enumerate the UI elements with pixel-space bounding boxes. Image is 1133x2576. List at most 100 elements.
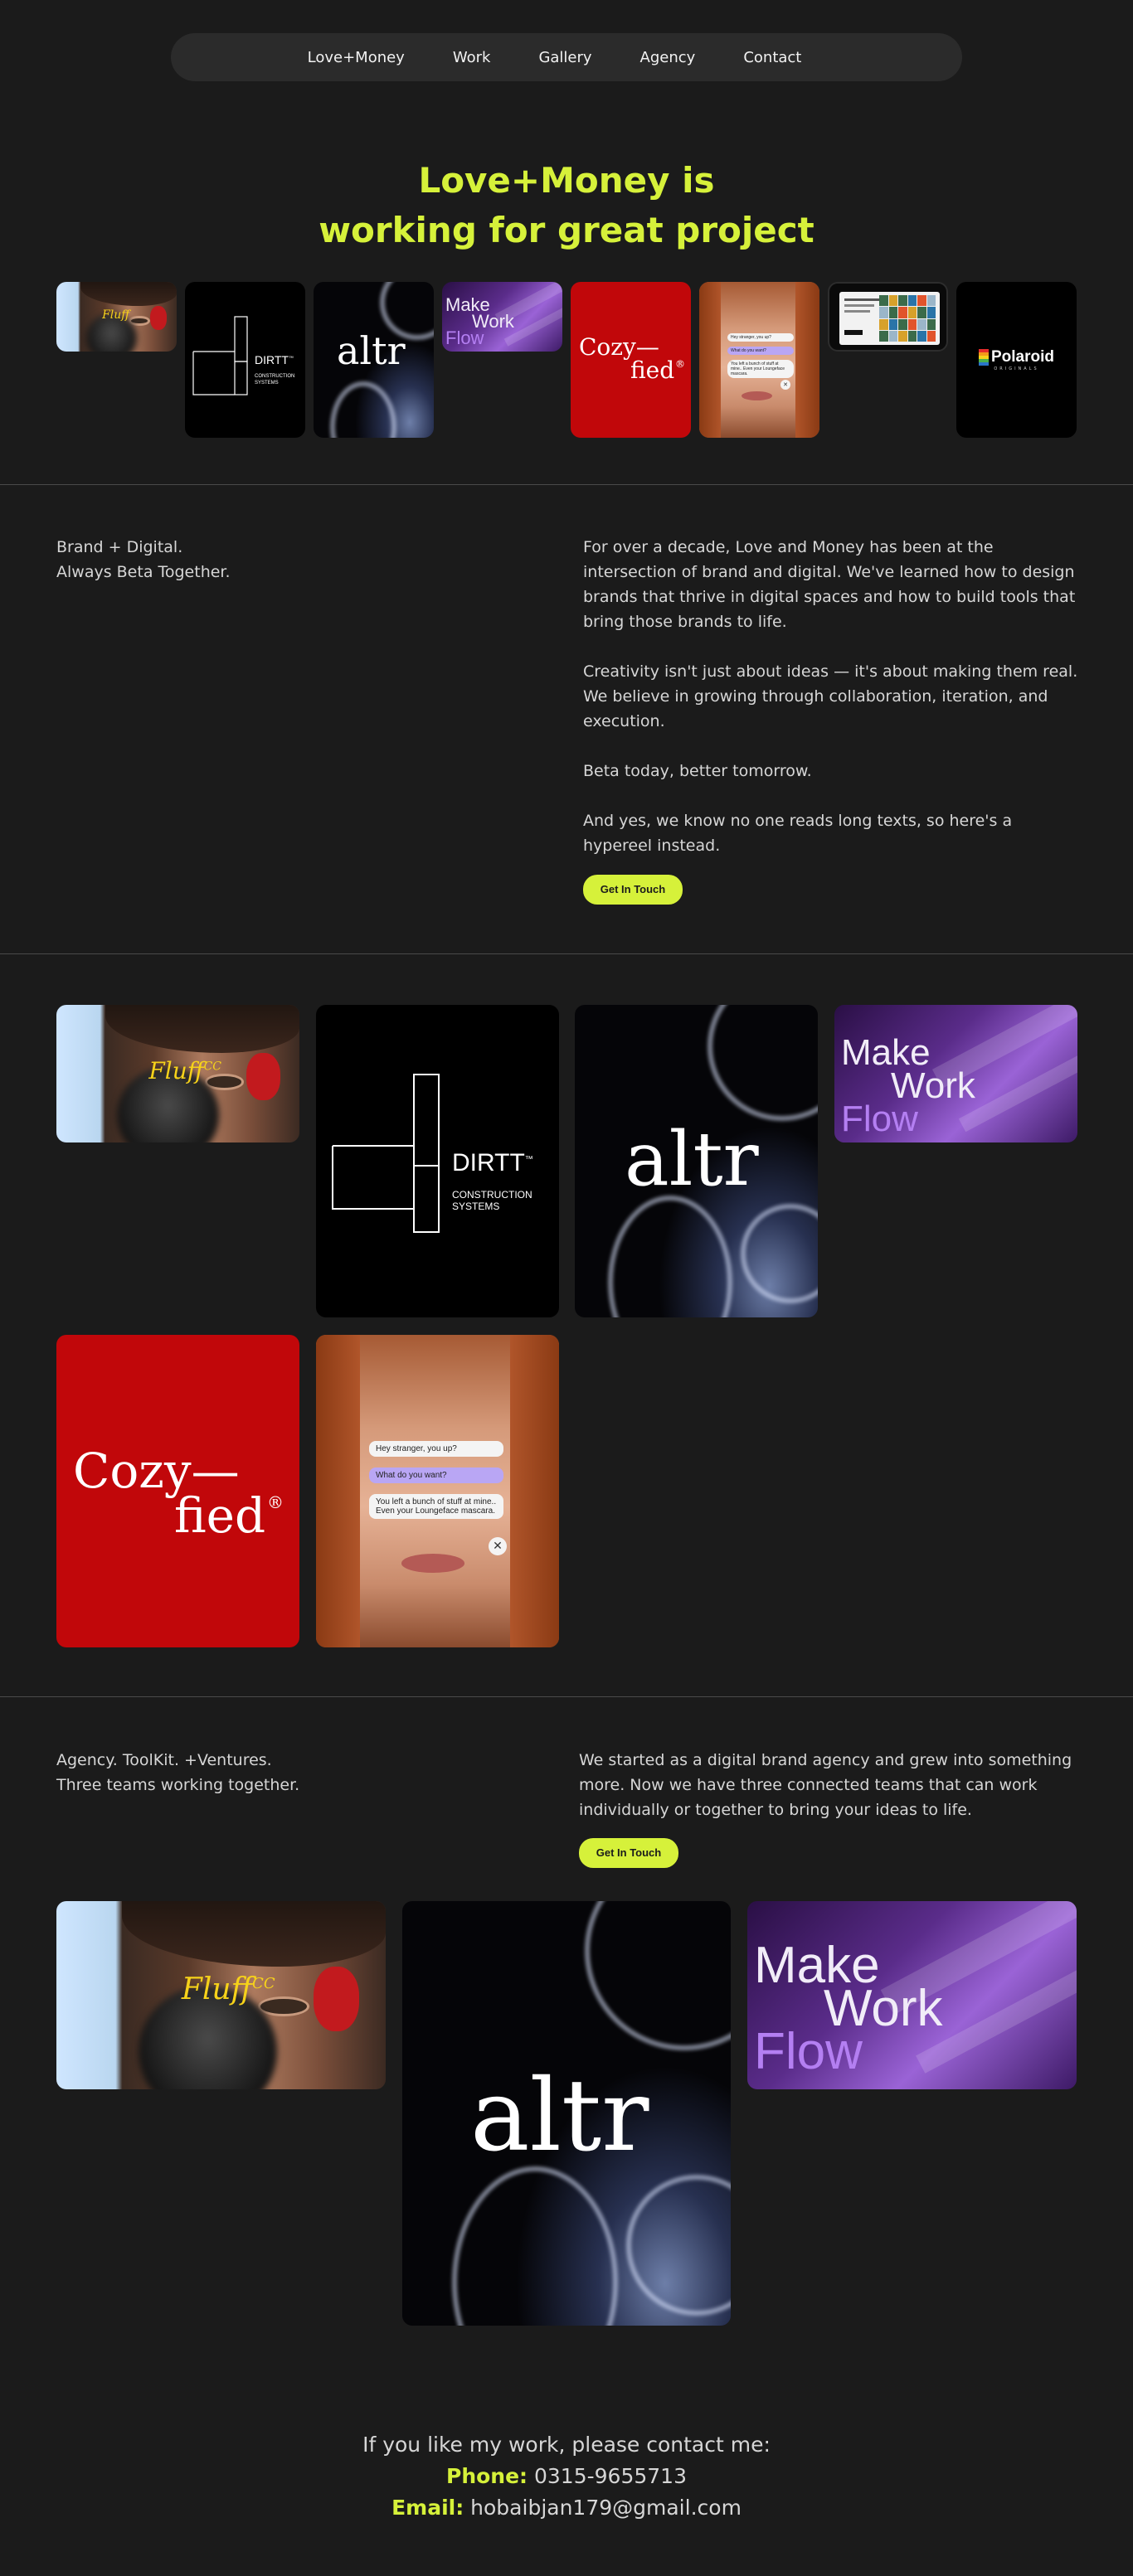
dirtt-name: DIRTT™ <box>452 1149 533 1176</box>
mwf-make: Make <box>841 1032 931 1073</box>
phone-label: Phone: <box>446 2464 528 2488</box>
red-earmuff <box>313 1967 360 2031</box>
nav-item-work[interactable]: Work <box>429 49 515 66</box>
hair-shape <box>510 1335 559 1647</box>
section-divider <box>0 1696 1133 1697</box>
hero-project-strip: Fluff DIRTT™ CONSTRUCTION SYSTEMS altr Ma… <box>56 282 1077 438</box>
cozy-mark: ® <box>267 1492 284 1512</box>
showcase-item-altr[interactable]: altr <box>402 1901 731 2326</box>
cozy-word2: fied <box>630 357 675 384</box>
hair-shape <box>795 282 819 438</box>
altr-logo: altr <box>470 2059 649 2174</box>
gallery-item-make-work-flow[interactable]: Make Work Flow <box>834 1005 1077 1142</box>
hair-shape <box>122 1901 386 1967</box>
lips-shape <box>741 391 773 400</box>
hero-title-line1: Love+Money is <box>418 160 715 201</box>
gallery-item-fluff[interactable]: FluffCC <box>56 1005 299 1142</box>
altr-logo: altr <box>625 1116 759 1203</box>
agency-tagline: Agency. ToolKit. +Ventures. Three teams w… <box>56 1751 300 1794</box>
project-thumb-chat-face[interactable]: Hey stranger, you up? What do you want? … <box>699 282 819 438</box>
fluff-logo: FluffCC <box>181 1972 275 2007</box>
lips-shape <box>401 1553 464 1573</box>
chrome-swirl <box>585 1901 731 2050</box>
top-nav: Love+Money Work Gallery Agency Contact <box>171 33 962 81</box>
agency-copy: We started as a digital brand agency and… <box>579 1748 1080 1847</box>
chrome-swirl <box>708 1005 818 1121</box>
section-divider <box>0 953 1133 954</box>
dirtt-subtitle: CONSTRUCTION SYSTEMS <box>255 374 295 386</box>
chrome-swirl <box>741 1204 818 1303</box>
about-copy: For over a decade, Love and Money has be… <box>583 535 1081 883</box>
screen-content <box>839 292 940 345</box>
contact-phone-row: Phone: 0315-9655713 <box>0 2461 1133 2492</box>
project-thumb-fluff[interactable]: Fluff <box>56 282 177 352</box>
showcase-item-make-work-flow[interactable]: Make Work Flow <box>747 1901 1077 2089</box>
agency-paragraph: We started as a digital brand agency and… <box>579 1751 1072 1819</box>
hero-title-line2: working for great project <box>319 210 814 250</box>
text-line <box>844 304 875 307</box>
gallery-item-chat-face[interactable]: Hey stranger, you up? What do you want? … <box>316 1335 559 1647</box>
about-tagline: Brand + Digital. Always Beta Together. <box>56 538 231 581</box>
chrome-swirl <box>452 2166 618 2326</box>
hair-shape <box>105 1005 299 1054</box>
fluff-logo: FluffCC <box>148 1057 222 1085</box>
gallery-item-altr[interactable]: altr <box>575 1005 818 1317</box>
contact-email-row: Email: hobaibjan179@gmail.com <box>0 2492 1133 2524</box>
close-icon: ✕ <box>780 380 790 390</box>
chat-bubble: You left a bunch of stuff at mine.. Even… <box>727 360 794 378</box>
cozy-mark: ® <box>675 358 685 370</box>
mwf-flow: Flow <box>754 2023 863 2080</box>
nav-item-contact[interactable]: Contact <box>719 49 825 66</box>
chat-bubble: Hey stranger, you up? <box>727 333 794 342</box>
nav-item-gallery[interactable]: Gallery <box>514 49 615 66</box>
showcase-item-fluff[interactable]: FluffCC <box>56 1901 386 2089</box>
gallery-item-dirtt[interactable]: DIRTT™ CONSTRUCTION SYSTEMS <box>316 1005 559 1317</box>
red-earmuff <box>246 1053 280 1100</box>
project-thumb-dashboard[interactable] <box>828 282 948 352</box>
mwf-flow: Flow <box>841 1099 918 1139</box>
section-divider <box>0 484 1133 485</box>
chat-bubble: What do you want? <box>727 347 794 355</box>
chat-bubble: What do you want? <box>369 1467 503 1483</box>
project-thumb-altr[interactable]: altr <box>314 282 434 438</box>
email-value[interactable]: hobaibjan179@gmail.com <box>470 2496 742 2520</box>
hair-shape <box>699 282 722 438</box>
about-paragraph: For over a decade, Love and Money has be… <box>583 538 1076 631</box>
altr-logo: altr <box>337 328 406 373</box>
chat-bubble: You left a bunch of stuff at mine.. Even… <box>369 1494 503 1519</box>
project-thumb-dirtt[interactable]: DIRTT™ CONSTRUCTION SYSTEMS <box>185 282 305 438</box>
text-line <box>844 298 881 301</box>
nav-item-agency[interactable]: Agency <box>616 49 720 66</box>
phone-value[interactable]: 0315-9655713 <box>534 2464 687 2488</box>
mwf-work: Work <box>891 1065 975 1106</box>
hair-shape <box>316 1335 360 1647</box>
get-in-touch-button[interactable]: Get In Touch <box>579 1838 678 1868</box>
chrome-swirl <box>330 381 396 438</box>
chrome-swirl <box>626 2175 731 2316</box>
gallery-item-cozyfied[interactable]: Cozy— fied ® <box>56 1335 299 1647</box>
project-thumb-make-work-flow[interactable]: Make Work Flow <box>442 282 562 352</box>
dirtt-subtitle: CONSTRUCTION SYSTEMS <box>452 1189 532 1212</box>
hero-title: Love+Money is working for great project <box>0 156 1133 255</box>
eye-shape <box>130 318 148 324</box>
polaroid-logo: Polaroid ORIGINALS <box>978 348 1054 371</box>
polaroid-stripes-icon <box>978 349 989 366</box>
fluff-logo: Fluff <box>102 308 130 322</box>
project-thumb-polaroid[interactable]: Polaroid ORIGINALS <box>956 282 1077 438</box>
contact-section: If you like my work, please contact me: … <box>0 2429 1133 2524</box>
chrome-swirl <box>608 1196 732 1317</box>
dirtt-name: DIRTT™ <box>255 353 294 366</box>
close-icon[interactable]: ✕ <box>489 1537 507 1555</box>
about-paragraph: Creativity isn't just about ideas — it's… <box>583 662 1078 730</box>
mwf-flow: Flow <box>445 327 484 348</box>
nav-item-love-money[interactable]: Love+Money <box>308 49 429 66</box>
chat-bubble: Hey stranger, you up? <box>369 1441 503 1457</box>
get-in-touch-button[interactable]: Get In Touch <box>583 875 683 905</box>
cozy-word2: fied <box>174 1487 266 1544</box>
project-thumb-cozyfied[interactable]: Cozy— fied ® <box>571 282 691 438</box>
hair-shape <box>80 282 177 307</box>
about-paragraph: And yes, we know no one reads long texts… <box>583 812 1013 855</box>
about-paragraph: Beta today, better tomorrow. <box>583 762 812 780</box>
cta-shape <box>844 330 863 335</box>
red-earmuff <box>150 306 168 330</box>
